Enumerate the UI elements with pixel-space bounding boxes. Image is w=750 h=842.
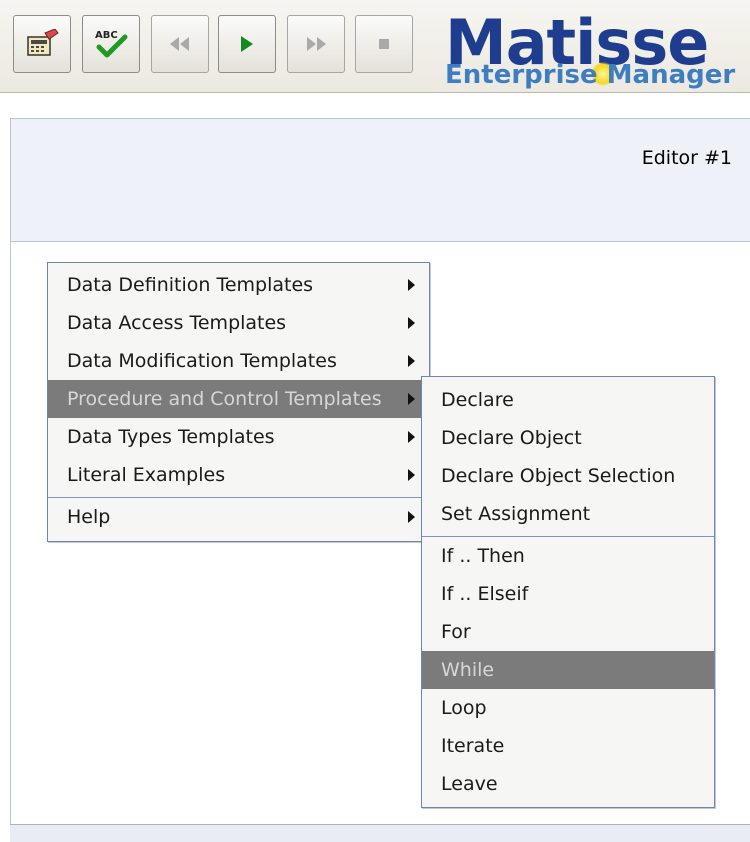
submenu-arrow-icon <box>408 469 415 481</box>
menu-item-literal-examples[interactable]: Literal Examples <box>48 456 429 494</box>
rewind-icon <box>170 37 189 51</box>
calculator-button[interactable] <box>13 15 71 73</box>
toolbar: ABC Matisse Enterprise Manager <box>0 0 750 93</box>
submenu-arrow-icon <box>408 393 415 405</box>
submenu-item-loop[interactable]: Loop <box>422 689 714 727</box>
submenu-item-while[interactable]: While <box>422 651 714 689</box>
logo-subtitle: Enterprise Manager <box>445 60 736 90</box>
submenu-item-label: For <box>441 621 471 643</box>
submenu-item-for[interactable]: For <box>422 613 714 651</box>
play-icon <box>241 36 253 52</box>
submenu-item-declare-object-selection[interactable]: Declare Object Selection <box>422 457 714 495</box>
menu-item-label: Data Modification Templates <box>67 350 337 372</box>
submenu-arrow-icon <box>408 431 415 443</box>
menu-item-data-types-templates[interactable]: Data Types Templates <box>48 418 429 456</box>
submenu-item-set-assignment[interactable]: Set Assignment <box>422 495 714 533</box>
editor-header: Editor #1 <box>10 118 750 242</box>
submenu-arrow-icon <box>408 355 415 367</box>
menu-item-label: Data Types Templates <box>67 426 275 448</box>
submenu-arrow-icon <box>408 317 415 329</box>
rewind-button[interactable] <box>151 15 209 73</box>
menu-item-data-definition-templates[interactable]: Data Definition Templates <box>48 266 429 304</box>
calculator-icon <box>27 29 59 56</box>
menu-item-procedure-and-control-templates[interactable]: Procedure and Control Templates <box>48 380 429 418</box>
svg-text:ABC: ABC <box>95 30 118 41</box>
context-menu: Data Definition Templates Data Access Te… <box>47 262 430 542</box>
submenu-item-label: If .. Elseif <box>441 583 529 605</box>
submenu-item-if-then[interactable]: If .. Then <box>422 537 714 575</box>
menu-item-data-access-templates[interactable]: Data Access Templates <box>48 304 429 342</box>
editor-tab-label[interactable]: Editor #1 <box>642 147 732 169</box>
submenu-item-leave[interactable]: Leave <box>422 765 714 803</box>
menu-item-label: Data Access Templates <box>67 312 287 334</box>
fast-forward-button[interactable] <box>287 15 345 73</box>
procedure-submenu: Declare Declare Object Declare Object Se… <box>421 376 715 808</box>
submenu-item-label: Iterate <box>441 735 505 757</box>
spellcheck-icon: ABC <box>95 30 128 58</box>
submenu-item-label: While <box>441 659 495 681</box>
editor-footer <box>10 824 750 842</box>
submenu-item-label: If .. Then <box>441 545 525 567</box>
menu-item-help[interactable]: Help <box>48 498 429 536</box>
menu-item-label: Literal Examples <box>67 464 226 486</box>
matisse-logo: Matisse Enterprise Manager <box>443 12 750 91</box>
submenu-arrow-icon <box>408 511 415 523</box>
menu-item-label: Help <box>67 506 111 528</box>
submenu-item-label: Loop <box>441 697 487 719</box>
fast-forward-icon <box>307 37 326 51</box>
menu-item-label: Data Definition Templates <box>67 274 314 296</box>
menu-item-label: Procedure and Control Templates <box>67 388 382 410</box>
submenu-item-label: Declare Object <box>441 427 582 449</box>
submenu-item-label: Set Assignment <box>441 503 591 525</box>
menu-item-data-modification-templates[interactable]: Data Modification Templates <box>48 342 429 380</box>
submenu-item-label: Leave <box>441 773 498 795</box>
submenu-item-label: Declare Object Selection <box>441 465 676 487</box>
submenu-item-iterate[interactable]: Iterate <box>422 727 714 765</box>
spellcheck-button[interactable]: ABC <box>82 15 140 73</box>
submenu-item-label: Declare <box>441 389 514 411</box>
submenu-arrow-icon <box>408 279 415 291</box>
submenu-item-declare[interactable]: Declare <box>422 381 714 419</box>
stop-button[interactable] <box>355 15 413 73</box>
stop-icon <box>379 39 389 49</box>
submenu-item-if-elseif[interactable]: If .. Elseif <box>422 575 714 613</box>
submenu-item-declare-object[interactable]: Declare Object <box>422 419 714 457</box>
play-button[interactable] <box>218 15 276 73</box>
